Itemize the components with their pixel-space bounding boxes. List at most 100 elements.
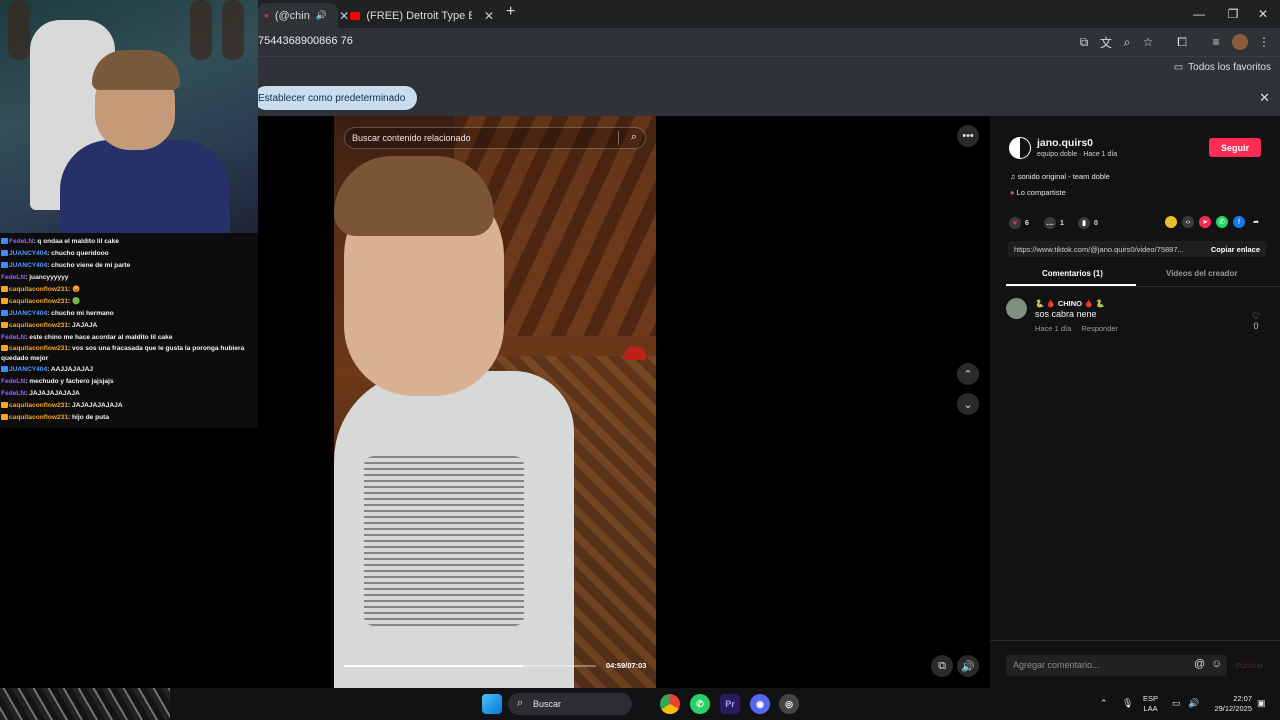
windows-start-icon[interactable] [482,694,502,714]
whatsapp-icon[interactable]: ✆ [690,694,710,714]
chat-username[interactable]: FedeLN [1,274,25,281]
publish-button[interactable]: Publicar [1236,661,1263,670]
clock-date: 29/12/2025 [1214,704,1252,713]
search-divider [618,131,619,145]
bookmark-star-icon[interactable]: ☆ [1140,34,1156,50]
tray-chevron-icon[interactable]: ⌃ [1100,698,1108,708]
send-icon[interactable]: ➤ [1199,216,1211,228]
chat-username[interactable]: JUANCY404 [9,262,47,269]
premiere-icon[interactable]: Pr [720,694,740,714]
menu-icon[interactable]: ⋮ [1256,34,1272,50]
extensions-icon[interactable]: ⧠ [1174,34,1190,50]
chat-username[interactable]: FedeLN [9,238,33,245]
sound-row[interactable]: ♫ sonido original - team doble [1010,172,1110,181]
notifications-icon[interactable]: ▣ [1257,698,1266,708]
comment-like[interactable]: ♡ 0 [1250,311,1262,331]
maximize-icon[interactable]: ❐ [1218,0,1248,28]
floating-player-icon[interactable]: ⧉ [931,655,953,677]
media-queue-icon[interactable]: ≡ [1208,34,1224,50]
language-indicator[interactable]: ESP LAA [1143,694,1158,714]
cast-icon[interactable]: ⧉ [1076,34,1092,50]
chat-username[interactable]: caquitaconflow231 [9,298,68,305]
url-text[interactable]: 7544368900866 76 [258,35,353,47]
profile-avatar-icon[interactable] [1232,34,1248,50]
chat-message: FedeLN: juancyyyyyy [1,272,257,284]
coin-icon[interactable] [1165,216,1177,228]
chat-username[interactable]: JUANCY404 [9,310,47,317]
chat-message: JUANCY404: chucho mi hermano [1,308,257,320]
facebook-icon[interactable]: f [1233,216,1245,228]
minimize-icon[interactable]: — [1184,0,1214,28]
volume-icon[interactable]: 🔊 [957,655,979,677]
translate-icon[interactable]: 文 [1098,34,1114,50]
copy-link-button[interactable]: Copiar enlace [1211,245,1260,254]
obs-icon[interactable]: ◎ [779,694,799,714]
creator-username[interactable]: jano.quirs0 [1037,137,1093,149]
new-tab-icon[interactable]: + [506,3,515,21]
chat-username[interactable]: caquitaconflow231 [9,345,68,352]
related-search-input[interactable]: Buscar contenido relacionado ⌕ [344,127,646,149]
reply-button[interactable]: Responder [1081,324,1118,333]
tab-comments[interactable]: Comentarios (1) [1042,269,1103,278]
chat-username[interactable]: FedeLN [1,334,25,341]
search-icon[interactable]: ⌕ [631,131,637,144]
chat-text: : chucho viene de mi parte [47,262,131,269]
tab-youtube[interactable]: (FREE) Detroit Type Beat x Yn Ja ✕ [344,3,500,28]
volume-tray-icon[interactable]: 🔊 [1188,698,1199,708]
share-arrow-icon[interactable]: ➦ [1250,216,1262,228]
save-count: 0 [1094,219,1098,227]
tab-title: (@chin [274,9,310,22]
chat-username[interactable]: FedeLN [1,378,25,385]
chat-username[interactable]: JUANCY404 [9,250,47,257]
mic-icon[interactable]: 🎙 [1122,698,1133,708]
chat-username[interactable]: JUANCY404 [9,366,47,373]
streamer-body [60,140,230,233]
comment-stat[interactable]: … 1 [1044,217,1064,229]
tiktok-video[interactable] [334,116,656,688]
chrome-icon[interactable] [660,694,680,714]
chat-text: : JAJAJAJAJAJA [25,390,80,397]
speaker-icon[interactable]: 🔊 [316,10,327,21]
chat-text: : 😡 [68,286,81,293]
whatsapp-icon[interactable]: ✆ [1216,216,1228,228]
chat-username[interactable]: caquitaconflow231 [9,402,68,409]
creator-avatar[interactable] [1009,137,1031,159]
chat-username[interactable]: FedeLN [1,390,25,397]
previous-video-icon[interactable]: ⌃ [957,363,979,385]
video-link[interactable]: https://www.tiktok.com/@jano.quirs0/vide… [1014,245,1184,254]
progress-fill [344,665,523,667]
follow-button[interactable]: Seguir [1209,138,1261,157]
discord-icon[interactable]: ◉ [750,694,770,714]
embed-icon[interactable]: ‹› [1182,216,1194,228]
taskbar-search[interactable]: ⌕ Buscar [508,693,632,715]
tab-creator-videos[interactable]: Videos del creador [1166,269,1237,278]
chat-username[interactable]: caquitaconflow231 [9,414,68,421]
emoji-icon[interactable]: ☺ [1211,658,1222,670]
next-video-icon[interactable]: ⌄ [957,393,979,415]
close-window-icon[interactable]: ✕ [1248,0,1278,28]
guitar-shape [222,0,244,60]
comment-input[interactable]: Agregar comentario... @ ☺ [1006,655,1227,676]
close-infobar-icon[interactable]: ✕ [1259,90,1270,106]
more-options-icon[interactable]: ••• [957,125,979,147]
search-placeholder: Buscar contenido relacionado [352,133,471,143]
mention-icon[interactable]: @ [1194,658,1205,670]
all-favorites[interactable]: ▭ Todos los favoritos [1174,62,1271,73]
shared-label: Lo compartiste [1016,188,1066,197]
clock[interactable]: 22:07 29/12/2025 [1210,694,1252,714]
network-icon[interactable]: ▭ [1172,698,1181,708]
close-tab-icon[interactable]: ✕ [484,9,494,23]
like-stat[interactable]: ♥ 6 [1009,217,1029,229]
tab-tiktok[interactable]: ● (@chin 🔊 ✕ [258,3,349,28]
chat-message: JUANCY404: chucho queridooo [1,248,257,260]
comment-meta: Hace 1 día Responder [1035,324,1118,333]
chat-username[interactable]: caquitaconflow231 [9,322,68,329]
chat-username[interactable]: caquitaconflow231 [9,286,68,293]
commenter-avatar[interactable] [1006,298,1027,319]
save-stat[interactable]: ▮ 0 [1078,217,1098,229]
streamer-hair [92,50,180,90]
commenter-name[interactable]: 🐍 🩸 CHINO 🩸 🐍 [1035,299,1105,308]
set-default-button[interactable]: Establecer como predeterminado [254,86,418,110]
zoom-icon[interactable]: ⌕ [1119,34,1135,50]
video-progress-bar[interactable] [344,665,596,667]
